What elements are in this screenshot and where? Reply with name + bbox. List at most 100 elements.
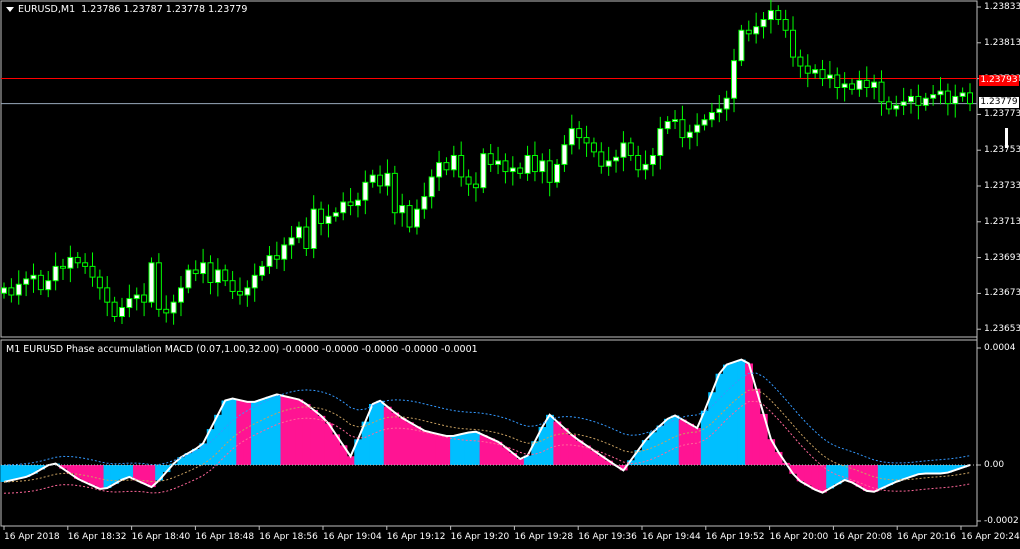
histogram-bar [745, 363, 753, 465]
candle-body [686, 131, 693, 139]
histogram-bar [848, 465, 857, 483]
candle [701, 114, 708, 131]
price-tick-label: 1.23653 [984, 324, 1020, 335]
candle [561, 135, 568, 172]
time-tick-label: 16 Apr 19:36 [578, 532, 637, 542]
candle-body [480, 153, 487, 189]
candle-body [155, 262, 162, 310]
candle-body [790, 29, 797, 58]
candle-body [15, 283, 22, 296]
candle [118, 297, 125, 324]
candle [347, 188, 354, 216]
histogram-bar [88, 465, 97, 486]
histogram-bar [914, 465, 923, 475]
candle-body [229, 280, 236, 292]
candle [738, 24, 745, 67]
candle-body [458, 154, 465, 178]
candle-body [413, 208, 420, 228]
candle [428, 169, 435, 209]
candle [753, 12, 760, 44]
candle [797, 49, 804, 78]
candle [126, 284, 133, 318]
histogram-bar [15, 465, 23, 479]
histogram-bar [833, 465, 842, 485]
histogram-bar [133, 465, 141, 481]
candle [163, 295, 170, 323]
candle [399, 193, 406, 227]
candle-body [465, 176, 472, 185]
candle [849, 78, 856, 95]
candle-body [959, 92, 966, 97]
time-tick-label: 16 Apr 19:20 [450, 532, 510, 542]
indicator-frame [0, 339, 978, 527]
histogram-bar [494, 441, 503, 465]
candle [332, 207, 339, 222]
time-tick-label: 16 Apr 19:12 [386, 532, 446, 542]
candle-body [930, 94, 937, 99]
candle-body [775, 10, 782, 21]
candle-body [163, 308, 170, 314]
candle-body [871, 81, 878, 88]
price-tick-label: 1.23673 [984, 288, 1020, 299]
histogram-bar [118, 465, 127, 480]
candle [531, 141, 538, 182]
candle-body [753, 26, 760, 35]
candle [863, 66, 870, 98]
candle [133, 287, 140, 311]
candle-body [893, 104, 900, 110]
candle [354, 192, 361, 218]
candle [812, 64, 819, 79]
chart-canvas[interactable] [0, 0, 1020, 549]
candle [74, 252, 81, 269]
candle-body [863, 79, 870, 88]
candle [1, 282, 7, 299]
histogram-bar [737, 359, 746, 465]
candle-body [295, 226, 302, 239]
candle [635, 145, 642, 178]
candle [620, 131, 627, 172]
candle-body [8, 287, 15, 296]
candle [37, 269, 44, 296]
candle [288, 225, 295, 259]
candle [384, 159, 391, 196]
candle [413, 199, 420, 235]
macd-histogram [0, 359, 967, 493]
candle [155, 253, 162, 317]
candle-body [797, 56, 804, 67]
candle [318, 201, 325, 236]
candle-body [679, 119, 686, 139]
candle-body [967, 92, 973, 105]
candle [465, 169, 472, 196]
histogram-bar [892, 465, 901, 482]
candle-body [406, 205, 413, 228]
histogram-bar [811, 465, 820, 490]
candle [52, 252, 59, 291]
candle-body [369, 174, 376, 183]
histogram-bar [553, 421, 562, 465]
histogram-bar [568, 435, 576, 465]
candle-body [627, 142, 634, 156]
candle [281, 237, 288, 272]
candle [642, 150, 649, 180]
candle-body [767, 10, 774, 21]
histogram-bar [722, 364, 731, 465]
histogram-bar [899, 465, 908, 480]
candle-body [192, 269, 199, 275]
histogram-bar [479, 435, 488, 465]
candle [251, 263, 258, 302]
candle-body [561, 144, 568, 165]
candle-body [126, 298, 133, 309]
candle-body [487, 153, 494, 165]
histogram-bar [545, 414, 554, 465]
candle [177, 276, 184, 317]
histogram-bar [840, 465, 849, 480]
candle [937, 77, 944, 105]
candle-body [849, 83, 856, 90]
candle [141, 283, 148, 317]
candle-body [502, 160, 509, 173]
price-tick-label: 1.23813 [984, 37, 1020, 48]
chart-shift-marker[interactable] [1005, 128, 1008, 148]
current-price-badge: 1.23779 [979, 97, 1019, 108]
candle-body [325, 215, 332, 224]
histogram-bar [243, 401, 252, 465]
